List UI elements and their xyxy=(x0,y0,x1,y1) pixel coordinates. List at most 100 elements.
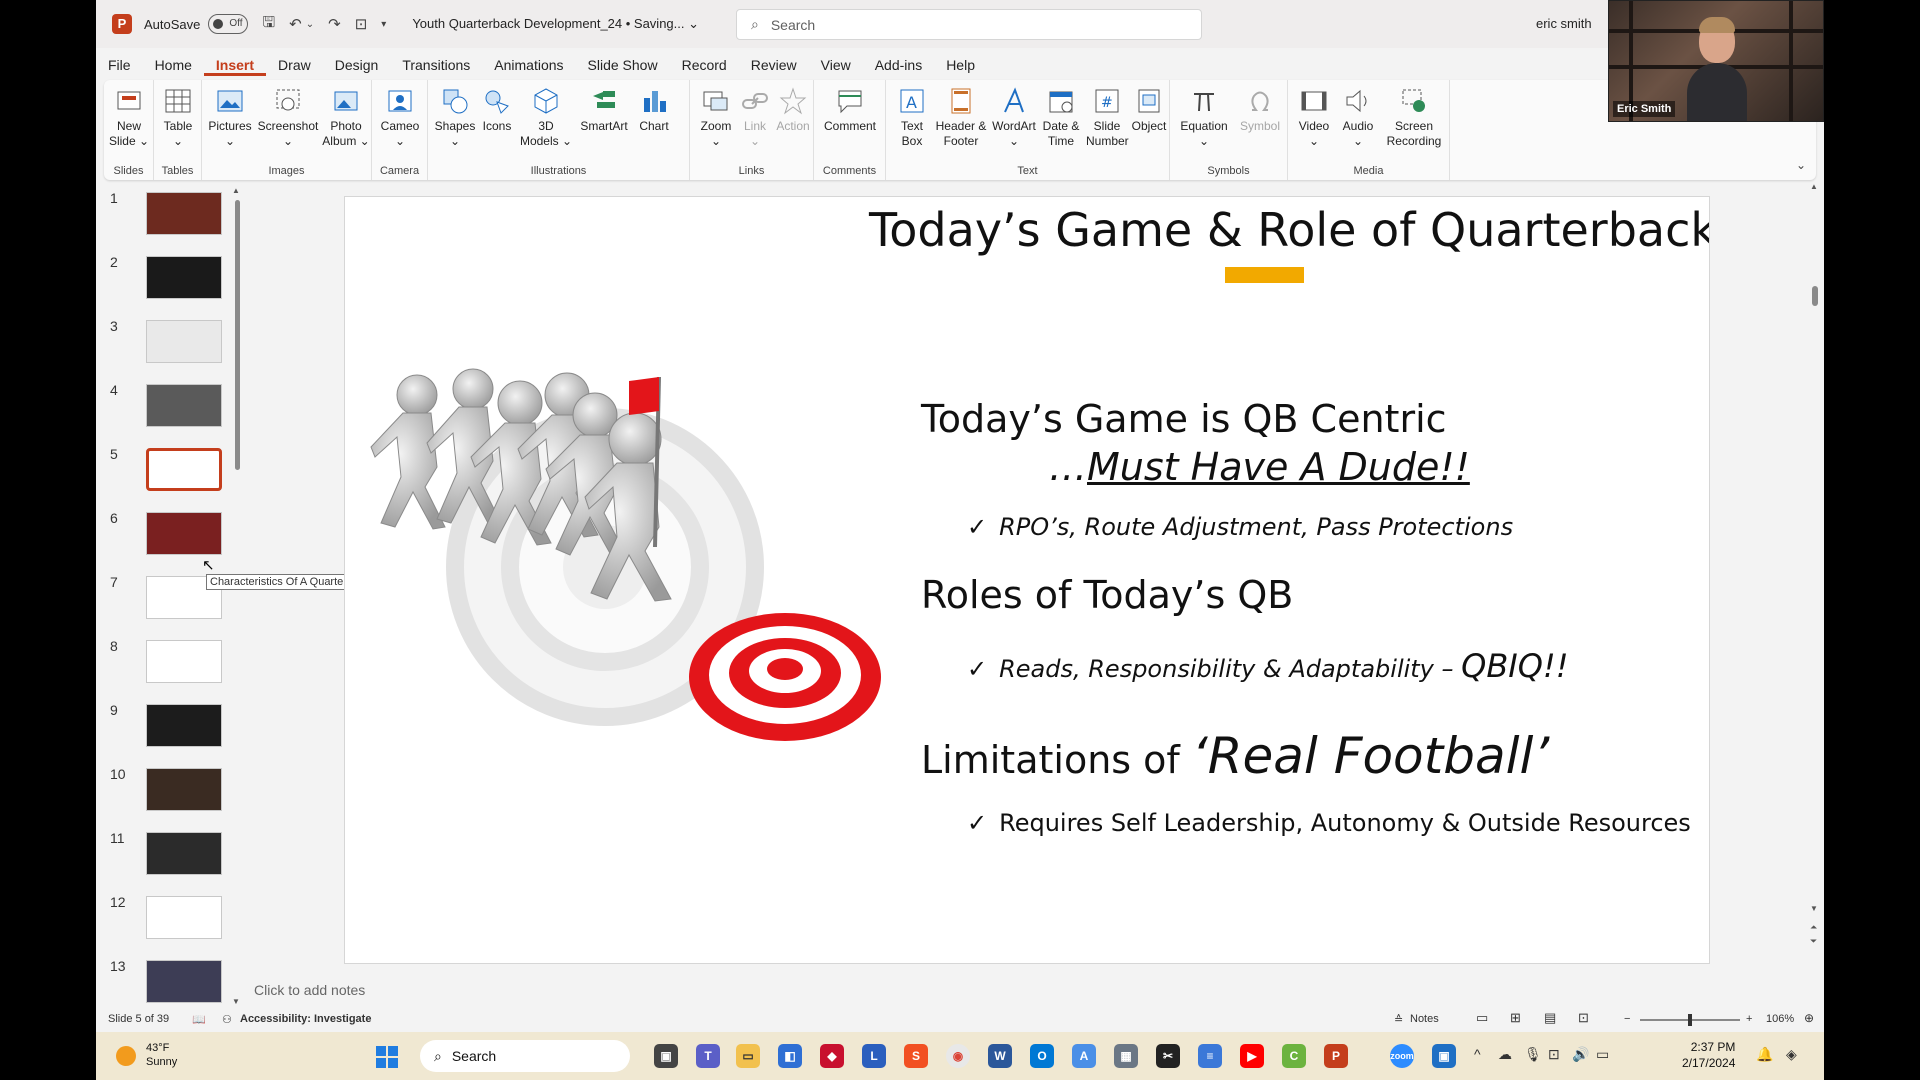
slide-thumbnail[interactable]: 3 xyxy=(110,318,222,366)
security-icon[interactable]: ◆ xyxy=(820,1044,844,1068)
shapes-button[interactable]: Shapes ⌄ xyxy=(434,86,476,149)
user-name[interactable]: eric smith xyxy=(1536,16,1592,31)
sun-icon[interactable] xyxy=(116,1046,136,1066)
tab-draw[interactable]: Draw xyxy=(266,54,323,76)
slide-thumbnail[interactable]: 6 xyxy=(110,510,222,558)
outlook-icon[interactable]: O xyxy=(1030,1044,1054,1068)
teams-icon[interactable]: T xyxy=(696,1044,720,1068)
green-app-icon[interactable]: C xyxy=(1282,1044,1306,1068)
screenshot-button[interactable]: Screenshot ⌄ xyxy=(256,86,320,149)
tab-help[interactable]: Help xyxy=(934,54,987,76)
taskbar-search[interactable]: ⌕ Search xyxy=(420,1040,630,1072)
scroll-down-icon[interactable]: ▼ xyxy=(232,997,240,1006)
scroll-up-icon[interactable]: ▲ xyxy=(232,186,240,195)
wordart-button[interactable]: WordArt ⌄ xyxy=(990,86,1038,149)
zoom-slider[interactable] xyxy=(1640,1014,1740,1026)
scroll-down-icon[interactable]: ▼ xyxy=(1810,904,1818,913)
action-button[interactable]: Action xyxy=(774,86,812,134)
new-slide-button[interactable]: New Slide ⌄ xyxy=(108,86,150,149)
search-box[interactable]: ⌕ Search xyxy=(736,9,1202,40)
collapse-ribbon-icon[interactable]: ⌄ xyxy=(1796,158,1806,172)
tab-record[interactable]: Record xyxy=(670,54,739,76)
autosave-toggle[interactable]: Off xyxy=(208,14,249,34)
task-view-icon[interactable]: ▣ xyxy=(654,1044,678,1068)
spellcheck-icon[interactable]: 📖 xyxy=(192,1013,206,1026)
slide-scrollbar[interactable]: ▲ ▼ ⏶ ⏷ xyxy=(1808,182,1822,1004)
date-time-button[interactable]: Date & Time xyxy=(1038,86,1084,149)
undo-icon[interactable]: ↶ xyxy=(289,15,302,33)
launcher-icon[interactable]: L xyxy=(862,1044,886,1068)
equation-button[interactable]: Equation ⌄ xyxy=(1176,86,1232,149)
thumbnail-scroll-thumb[interactable] xyxy=(235,200,240,470)
slide-number-button[interactable]: # Slide Number xyxy=(1086,86,1129,149)
windows-start-icon[interactable] xyxy=(376,1046,398,1068)
zoom-in-icon[interactable]: + xyxy=(1746,1013,1752,1025)
previous-slide-icon[interactable]: ⏶ xyxy=(1810,922,1817,933)
reading-view-icon[interactable]: ▤ xyxy=(1544,1010,1556,1026)
tab-design[interactable]: Design xyxy=(323,54,391,76)
cameo-button[interactable]: Cameo ⌄ xyxy=(378,86,422,149)
tab-animations[interactable]: Animations xyxy=(482,54,575,76)
slide-thumbnail[interactable]: 11 xyxy=(110,830,222,878)
zoom-app-icon[interactable]: zoom xyxy=(1390,1044,1414,1068)
thumbnail-scrollbar[interactable]: ▲ ▼ xyxy=(232,186,242,1006)
undo-dropdown-icon[interactable]: ⌄ xyxy=(306,19,314,30)
chrome-icon[interactable]: ◉ xyxy=(946,1044,970,1068)
network-icon[interactable]: ⊡ xyxy=(1548,1046,1560,1063)
tray-overflow-icon[interactable]: ^ xyxy=(1474,1046,1481,1062)
table-button[interactable]: Table ⌄ xyxy=(158,86,198,149)
3d-models-button[interactable]: 3D Models ⌄ xyxy=(518,86,574,149)
icons-button[interactable]: Icons xyxy=(478,86,516,134)
pictures-button[interactable]: Pictures ⌄ xyxy=(206,86,254,149)
symbol-button[interactable]: Symbol xyxy=(1236,86,1284,134)
smartart-button[interactable]: SmartArt xyxy=(576,86,632,134)
notes-pane[interactable]: Click to add notes xyxy=(254,974,1814,1008)
tab-review[interactable]: Review xyxy=(739,54,809,76)
app-icon[interactable]: ▣ xyxy=(1432,1044,1456,1068)
slide-thumbnail[interactable]: 1 xyxy=(110,190,222,238)
azure-icon[interactable]: A xyxy=(1072,1044,1096,1068)
slide-thumbnail[interactable]: 2 xyxy=(110,254,222,302)
copilot-icon[interactable]: ◈ xyxy=(1786,1046,1797,1063)
slide-thumbnail[interactable]: 13 xyxy=(110,958,222,1006)
zoom-out-icon[interactable]: − xyxy=(1624,1013,1630,1025)
calculator-icon[interactable]: ▦ xyxy=(1114,1044,1138,1068)
slide-sorter-icon[interactable]: ⊞ xyxy=(1510,1010,1521,1026)
microphone-icon[interactable]: 🎙 xyxy=(1524,1046,1542,1063)
chart-button[interactable]: Chart xyxy=(634,86,674,134)
photo-album-button[interactable]: Photo Album ⌄ xyxy=(322,86,370,149)
link-button[interactable]: Link ⌄ xyxy=(738,86,772,149)
redo-icon[interactable]: ↷ xyxy=(328,15,341,33)
audio-button[interactable]: Audio ⌄ xyxy=(1338,86,1378,149)
s-app-icon[interactable]: S xyxy=(904,1044,928,1068)
notes-placeholder[interactable]: Click to add notes xyxy=(254,982,365,998)
slide-scroll-thumb[interactable] xyxy=(1812,286,1818,306)
object-button[interactable]: Object xyxy=(1130,86,1168,134)
tab-add-ins[interactable]: Add-ins xyxy=(863,54,934,76)
slide-show-icon[interactable]: ⊡ xyxy=(1578,1010,1589,1026)
word-icon[interactable]: W xyxy=(988,1044,1012,1068)
video-button[interactable]: Video ⌄ xyxy=(1294,86,1334,149)
store-icon[interactable]: ◧ xyxy=(778,1044,802,1068)
slide-thumbnail[interactable]: 7 xyxy=(110,574,222,622)
fit-slide-icon[interactable]: ⊕ xyxy=(1804,1011,1814,1025)
notification-bell-icon[interactable]: 🔔 xyxy=(1756,1046,1773,1063)
tab-slide-show[interactable]: Slide Show xyxy=(576,54,670,76)
comment-button[interactable]: Comment xyxy=(820,86,880,134)
tab-view[interactable]: View xyxy=(809,54,863,76)
weather-widget[interactable]: 43°F Sunny xyxy=(146,1041,177,1069)
zoom-slider-knob[interactable] xyxy=(1688,1014,1692,1026)
tab-home[interactable]: Home xyxy=(143,54,204,76)
battery-icon[interactable]: ▭ xyxy=(1596,1046,1609,1063)
screen-recording-button[interactable]: Screen Recording xyxy=(1382,86,1446,149)
tab-file[interactable]: File xyxy=(96,54,143,76)
notes-toggle[interactable]: Notes xyxy=(1410,1013,1439,1025)
slide-thumbnail[interactable]: 12 xyxy=(110,894,222,942)
powerpoint-taskbar-icon[interactable]: P xyxy=(1324,1044,1348,1068)
slide-thumbnail[interactable]: 10 xyxy=(110,766,222,814)
file-explorer-icon[interactable]: ▭ xyxy=(736,1044,760,1068)
normal-view-icon[interactable]: ▭ xyxy=(1476,1010,1488,1026)
document-title[interactable]: Youth Quarterback Development_24 • Savin… xyxy=(412,16,699,32)
present-icon[interactable]: ⊡ xyxy=(355,15,368,33)
accessibility-status[interactable]: Accessibility: Investigate xyxy=(240,1013,371,1025)
